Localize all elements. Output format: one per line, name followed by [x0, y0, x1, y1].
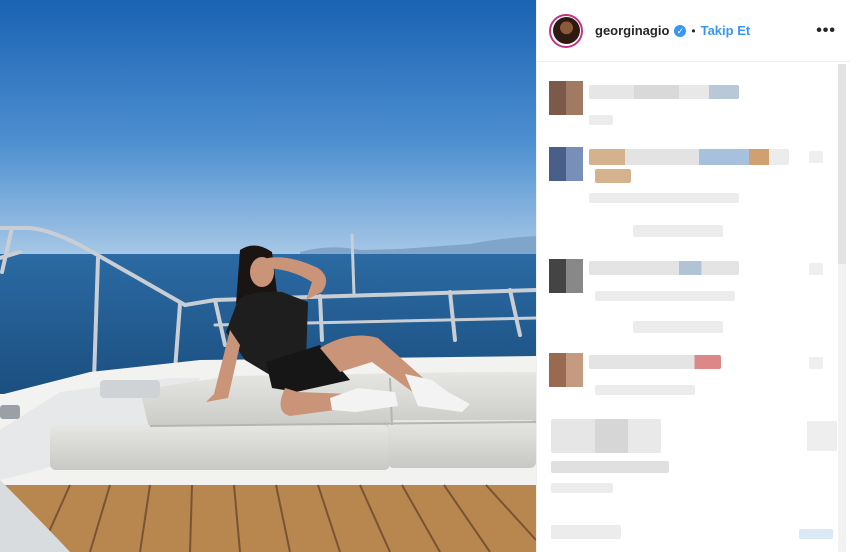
comment-avatar[interactable] — [549, 259, 583, 293]
like-heart-icon[interactable] — [809, 357, 823, 369]
comments-scrollbar[interactable] — [838, 64, 846, 552]
comment-meta — [589, 115, 613, 125]
username-link[interactable]: georginagio — [595, 23, 669, 38]
comment-text — [551, 419, 661, 453]
separator-dot: • — [691, 23, 696, 38]
follow-button[interactable]: Takip Et — [701, 23, 751, 38]
like-heart-icon[interactable] — [809, 151, 823, 163]
like-heart-icon[interactable] — [809, 263, 823, 275]
post-photo[interactable] — [0, 0, 536, 552]
comment-reply — [633, 321, 723, 333]
comment-text — [589, 355, 721, 369]
profile-avatar[interactable] — [549, 13, 583, 48]
comment-meta — [589, 193, 739, 203]
comment-avatar[interactable] — [549, 147, 583, 181]
comments-list — [537, 63, 837, 552]
comment-text — [595, 169, 631, 183]
post-side-panel: georginagio ✓ • Takip Et ••• — [536, 0, 850, 552]
yacht-photo — [0, 0, 536, 552]
comment-text — [589, 149, 789, 165]
scrollbar-thumb[interactable] — [838, 64, 846, 264]
ellipsis-icon[interactable]: ••• — [816, 22, 836, 40]
comment-text — [551, 461, 669, 473]
comment-text — [589, 85, 739, 99]
comment-meta — [595, 385, 695, 395]
verified-badge-icon: ✓ — [674, 24, 687, 37]
comment-avatar[interactable] — [549, 353, 583, 387]
comment-meta — [595, 291, 735, 301]
post-header: georginagio ✓ • Takip Et ••• — [537, 0, 850, 62]
comment-text — [589, 261, 739, 275]
like-heart-icon[interactable] — [807, 421, 837, 451]
post-button[interactable] — [799, 529, 833, 539]
comment-reply — [633, 225, 723, 237]
comment-meta — [551, 525, 621, 539]
comment-avatar[interactable] — [549, 81, 583, 115]
comment-meta — [551, 483, 613, 493]
